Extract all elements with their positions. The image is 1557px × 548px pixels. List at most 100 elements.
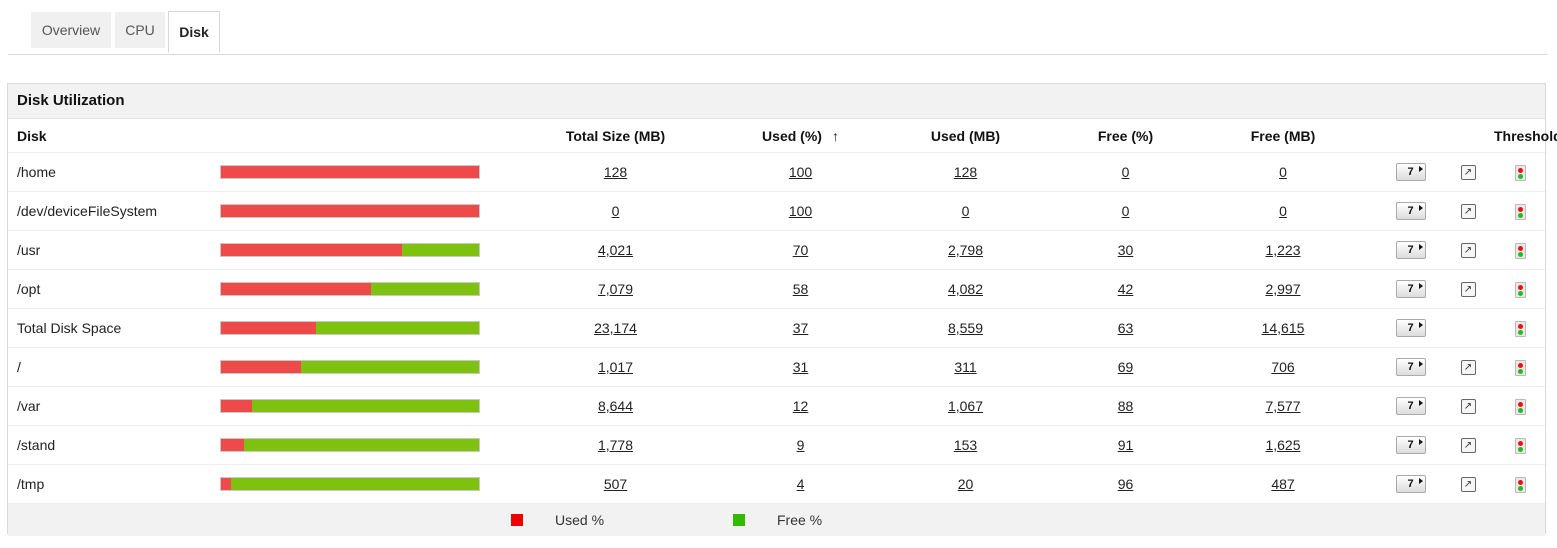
traffic-light-icon[interactable] [1514,437,1526,454]
free-pct-link[interactable]: 91 [1118,437,1134,453]
seven-day-report-icon[interactable]: 7 [1395,202,1426,221]
seven-day-report-icon[interactable]: 7 [1395,397,1426,416]
open-link-icon[interactable]: ↗ [1460,360,1476,376]
seven-day-report-icon[interactable]: 7 [1395,358,1426,377]
free-mb-link[interactable]: 1,223 [1265,242,1300,258]
total-size-link[interactable]: 1,778 [598,437,633,453]
seven-day-report-icon[interactable]: 7 [1395,319,1426,338]
table-row: /tmp 507 4 20 96 487 7 ↗ [8,464,1547,504]
free-pct-link[interactable]: 63 [1118,320,1134,336]
free-mb-link[interactable]: 0 [1279,164,1287,180]
used-pct-link[interactable]: 37 [793,320,809,336]
usage-bar-cell [218,269,498,309]
open-link-icon[interactable]: ↗ [1460,477,1476,493]
open-link-icon[interactable]: ↗ [1460,204,1476,220]
open-link-icon[interactable]: ↗ [1460,282,1476,298]
free-mb-link[interactable]: 0 [1279,203,1287,219]
free-pct-link[interactable]: 69 [1118,359,1134,375]
seven-day-report-icon[interactable]: 7 [1395,280,1426,299]
usage-bar-free [251,400,479,412]
usage-bar-free [370,283,479,295]
free-pct-link[interactable]: 42 [1118,281,1134,297]
seven-day-report-icon[interactable]: 7 [1395,436,1426,455]
report-arrow-icon [1418,244,1423,251]
used-pct-link[interactable]: 70 [793,242,809,258]
seven-day-report-icon[interactable]: 7 [1395,241,1426,260]
used-pct-link[interactable]: 100 [789,203,812,219]
used-mb-link[interactable]: 153 [954,437,977,453]
free-pct-link[interactable]: 0 [1122,203,1130,219]
col-threshold: Threshold [1493,119,1557,153]
tab-cpu[interactable]: CPU [115,12,165,48]
traffic-light-icon[interactable] [1514,242,1526,259]
used-pct-cell: 100 [733,191,868,231]
total-size-cell: 4,021 [498,230,733,270]
total-size-link[interactable]: 0 [612,203,620,219]
traffic-light-icon[interactable] [1514,398,1526,415]
legend-used-label: Used % [555,512,605,528]
col-total-size[interactable]: Total Size (MB) [498,119,733,153]
free-pct-link[interactable]: 88 [1118,398,1134,414]
free-mb-link[interactable]: 706 [1271,359,1294,375]
chart-legend: Used % Free % [8,504,1545,536]
used-mb-link[interactable]: 4,082 [948,281,983,297]
total-size-link[interactable]: 507 [604,476,627,492]
total-size-cell: 8,644 [498,386,733,426]
traffic-light-icon[interactable] [1514,281,1526,298]
used-pct-link[interactable]: 12 [793,398,809,414]
free-pct-link[interactable]: 96 [1118,476,1134,492]
used-mb-link[interactable]: 0 [962,203,970,219]
used-mb-link[interactable]: 1,067 [948,398,983,414]
free-mb-link[interactable]: 14,615 [1262,320,1305,336]
seven-day-report-label: 7 [1407,439,1414,452]
used-pct-link[interactable]: 100 [789,164,812,180]
used-mb-link[interactable]: 2,798 [948,242,983,258]
used-pct-link[interactable]: 4 [797,476,805,492]
used-mb-link[interactable]: 311 [954,359,976,375]
open-link-icon[interactable]: ↗ [1460,243,1476,259]
used-mb-link[interactable]: 128 [954,164,977,180]
open-link-icon[interactable]: ↗ [1460,165,1476,181]
seven-day-report-icon[interactable]: 7 [1395,163,1426,182]
open-link-icon[interactable]: ↗ [1460,438,1476,454]
free-mb-link[interactable]: 1,625 [1265,437,1300,453]
col-free-pct[interactable]: Free (%) [1063,119,1188,153]
free-mb-link[interactable]: 7,577 [1265,398,1300,414]
free-mb-link[interactable]: 2,997 [1265,281,1300,297]
col-used-pct[interactable]: Used (%) ↑ [733,119,868,153]
report-arrow-icon [1418,400,1423,407]
traffic-light-icon[interactable] [1514,164,1526,181]
col-free-mb[interactable]: Free (MB) [1188,119,1378,153]
seven-day-report-icon[interactable]: 7 [1395,475,1426,494]
report-arrow-icon [1418,322,1423,329]
traffic-light-icon[interactable] [1514,320,1526,337]
table-row: /dev/deviceFileSystem 0 100 0 0 0 7 ↗ [8,191,1547,231]
col-disk[interactable]: Disk [8,119,218,153]
used-pct-link[interactable]: 9 [797,437,805,453]
used-pct-link[interactable]: 58 [793,281,809,297]
total-size-link[interactable]: 1,017 [598,359,633,375]
total-size-link[interactable]: 4,021 [598,242,633,258]
total-size-link[interactable]: 8,644 [598,398,633,414]
tab-overview[interactable]: Overview [31,12,111,48]
tab-disk[interactable]: Disk [168,11,220,53]
disk-name: /opt [8,269,218,309]
used-mb-link[interactable]: 8,559 [948,320,983,336]
total-size-link[interactable]: 7,079 [598,281,633,297]
traffic-light-icon[interactable] [1514,359,1526,376]
free-mb-link[interactable]: 487 [1271,476,1294,492]
used-mb-link[interactable]: 20 [958,476,974,492]
total-size-link[interactable]: 128 [604,164,627,180]
free-pct-link[interactable]: 0 [1122,164,1130,180]
col-used-mb[interactable]: Used (MB) [868,119,1063,153]
total-size-link[interactable]: 23,174 [594,320,637,336]
disk-utilization-panel: Disk Utilization Disk Total Size (MB) Us… [7,83,1557,536]
used-pct-cell: 58 [733,269,868,309]
used-mb-cell: 8,559 [868,308,1063,348]
free-pct-cell: 69 [1063,347,1188,387]
free-pct-link[interactable]: 30 [1118,242,1134,258]
used-pct-link[interactable]: 31 [793,359,809,375]
traffic-light-icon[interactable] [1514,476,1526,493]
traffic-light-icon[interactable] [1514,203,1526,220]
open-link-icon[interactable]: ↗ [1460,399,1476,415]
